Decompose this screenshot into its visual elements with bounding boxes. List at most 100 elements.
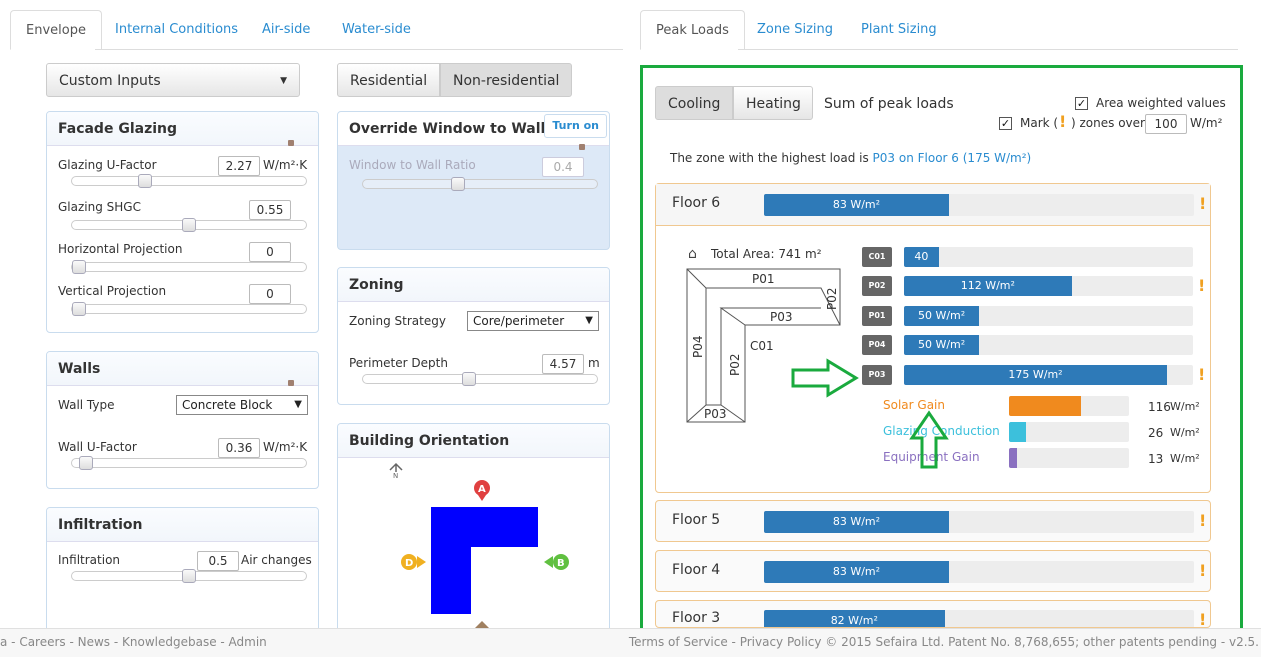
- floor-bar-fill: 83 W/m²: [764, 561, 949, 583]
- infiltration-panel: Infiltration Infiltration 0.5 Air change…: [46, 507, 319, 632]
- building-footprint[interactable]: [431, 507, 538, 614]
- vertical-projection-input[interactable]: 0: [249, 284, 291, 304]
- floor-6-bar-fill: 83 W/m²: [764, 194, 949, 216]
- floor-bar: 83 W/m²: [764, 511, 1194, 533]
- facade-a-marker[interactable]: A: [474, 480, 490, 501]
- wall-type-label: Wall Type: [58, 398, 115, 412]
- zone-code-badge[interactable]: P01: [862, 306, 892, 326]
- residential-button[interactable]: Residential: [337, 63, 440, 97]
- horizontal-projection-label: Horizontal Projection: [58, 242, 183, 256]
- tab-water-side[interactable]: Water-side: [327, 10, 426, 50]
- vertical-projection-label: Vertical Projection: [58, 284, 167, 298]
- floor-card[interactable]: Floor 4 83 W/m² !: [655, 550, 1211, 592]
- perimeter-depth-input[interactable]: 4.57: [542, 354, 584, 374]
- tab-peak-loads[interactable]: Peak Loads: [640, 10, 745, 50]
- glazing-shgc-slider[interactable]: [71, 218, 307, 232]
- floor-plan-diagram[interactable]: P01 P02 P03 P04 P02 C01 P03: [686, 268, 846, 428]
- svg-text:P03: P03: [770, 310, 793, 324]
- mark-zones-checkbox[interactable]: ✓: [999, 117, 1012, 130]
- slider-handle[interactable]: [182, 218, 196, 232]
- gain-unit: W/m²: [1170, 426, 1200, 439]
- glazing-u-input[interactable]: 2.27: [218, 156, 260, 176]
- heating-button[interactable]: Heating: [733, 86, 813, 120]
- warning-icon: !: [1198, 276, 1206, 295]
- slider-handle[interactable]: [78, 456, 93, 470]
- nonresidential-button[interactable]: Non-residential: [440, 63, 572, 97]
- tab-envelope[interactable]: Envelope: [10, 10, 102, 50]
- zone-load-bar[interactable]: 112 W/m²: [904, 276, 1193, 296]
- total-area-label: Total Area: 741 m²: [711, 247, 822, 261]
- zoning-strategy-label: Zoning Strategy: [349, 314, 446, 328]
- wwr-input[interactable]: 0.4: [542, 157, 584, 177]
- floor-6-label: Floor 6: [672, 195, 721, 211]
- floor-card[interactable]: Floor 5 83 W/m² !: [655, 500, 1211, 542]
- chevron-down-icon: ▼: [294, 399, 302, 410]
- infiltration-input[interactable]: 0.5: [197, 551, 239, 571]
- gain-value: 116: [1148, 400, 1171, 414]
- zone-load-bar[interactable]: 50 W/m²: [904, 306, 1193, 326]
- tab-plant-sizing[interactable]: Plant Sizing: [846, 10, 952, 50]
- warning-icon: !: [1199, 561, 1207, 580]
- slider-handle[interactable]: [451, 177, 465, 191]
- footer-links[interactable]: a - Careers - News - Knowledgebase - Adm…: [0, 635, 267, 649]
- highest-load-link[interactable]: P03 on Floor 6 (175 W/m²): [873, 151, 1032, 165]
- gain-unit: W/m²: [1170, 400, 1200, 413]
- zone-code-badge[interactable]: P02: [862, 276, 892, 296]
- custom-inputs-dropdown[interactable]: Custom Inputs ▼: [46, 63, 300, 97]
- slider-handle[interactable]: [462, 372, 476, 386]
- area-weighted-checkbox[interactable]: ✓: [1075, 97, 1088, 110]
- wall-u-slider[interactable]: [71, 456, 307, 470]
- building-orientation-title: Building Orientation: [338, 424, 609, 458]
- zone-code-badge[interactable]: P03: [862, 365, 892, 385]
- zone-load-bar-fill: 50 W/m²: [904, 306, 980, 326]
- glazing-shgc-input[interactable]: 0.55: [249, 200, 291, 220]
- zone-load-bar-fill: 175 W/m²: [904, 365, 1167, 385]
- tab-internal-conditions[interactable]: Internal Conditions: [100, 10, 253, 50]
- wwr-slider[interactable]: [362, 177, 598, 191]
- infiltration-slider[interactable]: [71, 569, 307, 583]
- wall-type-select[interactable]: Concrete Block ▼: [176, 395, 308, 415]
- floor-label: Floor 4: [672, 562, 721, 578]
- horizontal-projection-slider[interactable]: [71, 260, 307, 274]
- zone-load-bar[interactable]: 40 W/m²: [904, 247, 1193, 267]
- annotation-arrow-right-icon: [791, 358, 859, 398]
- zoning-strategy-select[interactable]: Core/perimeter ▼: [467, 311, 599, 331]
- svg-text:P02: P02: [825, 287, 839, 310]
- drag-handle-icon[interactable]: [288, 140, 294, 146]
- horizontal-projection-input[interactable]: 0: [249, 242, 291, 262]
- zone-code-badge[interactable]: C01: [862, 247, 892, 267]
- turn-on-button[interactable]: Turn on: [544, 114, 607, 138]
- floor-card[interactable]: Floor 3 82 W/m² !: [655, 600, 1211, 628]
- slider-handle[interactable]: [72, 260, 86, 274]
- tab-zone-sizing[interactable]: Zone Sizing: [742, 10, 848, 50]
- slider-handle[interactable]: [138, 174, 152, 188]
- infiltration-label: Infiltration: [58, 553, 121, 567]
- slider-handle[interactable]: [182, 569, 196, 583]
- glazing-u-slider[interactable]: [71, 174, 307, 188]
- infiltration-unit: Air changes: [241, 553, 312, 567]
- facade-c-marker[interactable]: [474, 621, 490, 628]
- zone-load-bar[interactable]: 50 W/m²: [904, 335, 1193, 355]
- tab-divider-right: [738, 49, 1238, 50]
- facade-b-marker[interactable]: B: [544, 554, 569, 570]
- zone-load-bar[interactable]: 175 W/m²: [904, 365, 1193, 385]
- warning-icon: !: [1059, 112, 1067, 131]
- caret-down-icon: ▼: [280, 76, 287, 86]
- facade-d-marker[interactable]: D: [401, 554, 426, 570]
- highest-load-prefix: The zone with the highest load is: [670, 151, 873, 165]
- mark-threshold-input[interactable]: 100: [1145, 114, 1187, 134]
- floor-bar-fill: 82 W/m²: [764, 610, 945, 627]
- gain-bar-fill: [1009, 396, 1081, 416]
- slider-handle[interactable]: [72, 302, 86, 316]
- floor-label: Floor 5: [672, 512, 721, 528]
- footer-legal[interactable]: Terms of Service - Privacy Policy © 2015…: [629, 635, 1259, 649]
- wall-u-input[interactable]: 0.36: [218, 438, 260, 458]
- perimeter-depth-slider[interactable]: [362, 372, 598, 386]
- tab-air-side[interactable]: Air-side: [247, 10, 325, 50]
- drag-handle-icon[interactable]: [288, 380, 294, 386]
- svg-text:B: B: [557, 558, 565, 569]
- vertical-projection-slider[interactable]: [71, 302, 307, 316]
- cooling-button[interactable]: Cooling: [655, 86, 733, 120]
- drag-handle-icon[interactable]: [579, 144, 585, 150]
- zone-code-badge[interactable]: P04: [862, 335, 892, 355]
